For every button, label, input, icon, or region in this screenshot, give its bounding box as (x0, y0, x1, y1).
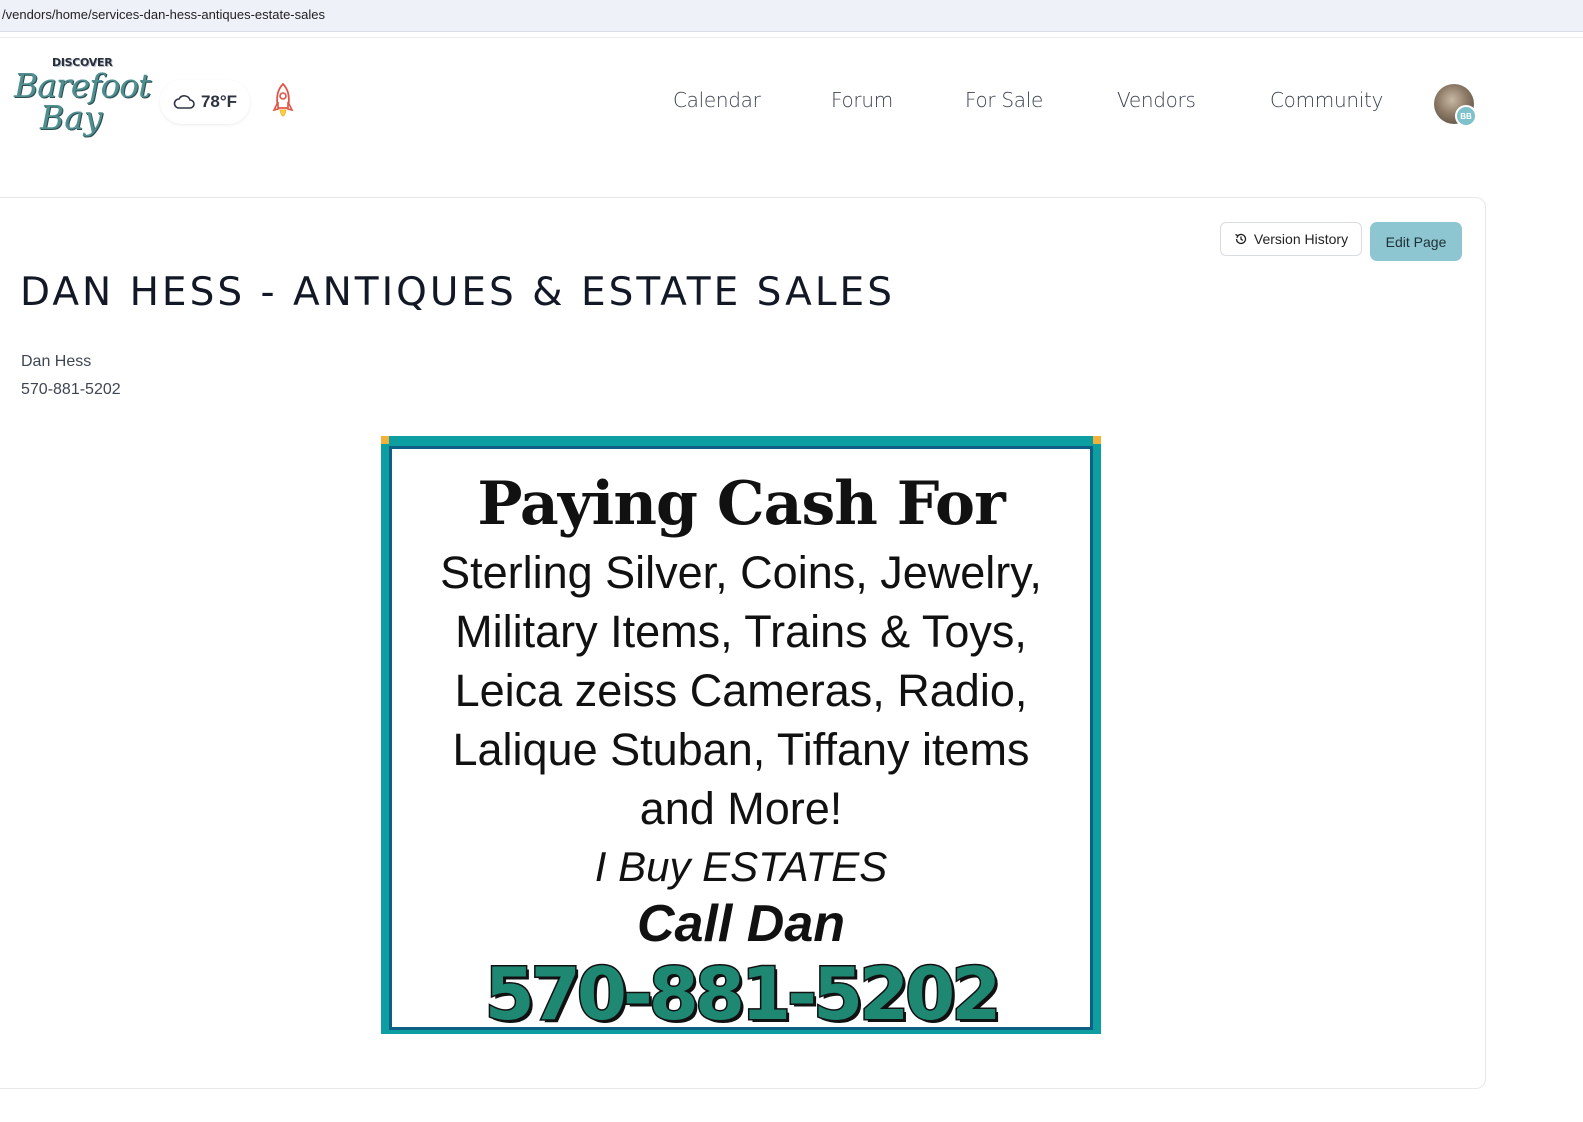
version-history-button[interactable]: Version History (1220, 222, 1362, 256)
nav-for-sale[interactable]: For Sale (965, 88, 1043, 118)
logo-bay-text: Bay (40, 98, 103, 137)
ad-headline: Paying Cash For (477, 469, 1005, 539)
cloud-icon (173, 95, 195, 109)
ad-line: Lalique Stuban, Tiffany items (452, 724, 1030, 775)
ad-corner-mark (381, 436, 389, 444)
weather-widget[interactable]: 78°F (160, 80, 250, 124)
ad-line: Leica zeiss Cameras, Radio, (454, 665, 1028, 716)
ad-estates-line: I Buy ESTATES (594, 843, 888, 890)
contact-name: Dan Hess (21, 353, 92, 370)
ad-line: and More! (639, 783, 843, 834)
version-history-label: Version History (1253, 231, 1349, 247)
advertisement-image: Paying Cash For Sterling Silver, Coins, … (381, 436, 1101, 1038)
url-bar[interactable]: /vendors/home/services-dan-hess-antiques… (0, 0, 1583, 32)
nav-calendar[interactable]: Calendar (673, 88, 761, 118)
header-divider (0, 37, 1583, 38)
site-logo[interactable]: DISCOVER Barefoot Bay (12, 54, 151, 140)
avatar-badge: BB (1455, 105, 1477, 127)
edit-page-button[interactable]: Edit Page (1370, 222, 1462, 261)
weather-temp: 78°F (200, 92, 238, 111)
contact-phone: 570-881-5202 (21, 381, 121, 398)
ad-line: Sterling Silver, Coins, Jewelry, (440, 547, 1042, 598)
nav-community[interactable]: Community (1270, 88, 1383, 118)
ad-phone-number: 570-881-5202 (483, 951, 1003, 1038)
nav-vendors[interactable]: Vendors (1117, 88, 1196, 118)
avatar[interactable]: BB (1434, 84, 1477, 127)
url-text: /vendors/home/services-dan-hess-antiques… (2, 7, 325, 22)
ad-call-line: Call Dan (636, 895, 846, 953)
page-title: DAN HESS - ANTIQUES & ESTATE SALES (20, 270, 895, 315)
nav-forum[interactable]: Forum (831, 88, 893, 118)
ad-content: Paying Cash For Sterling Silver, Coins, … (389, 446, 1093, 1038)
history-icon (1235, 233, 1247, 245)
rocket-icon[interactable] (269, 82, 297, 124)
ad-corner-mark (1093, 436, 1101, 444)
ad-line: Military Items, Trains & Toys, (455, 606, 1027, 657)
